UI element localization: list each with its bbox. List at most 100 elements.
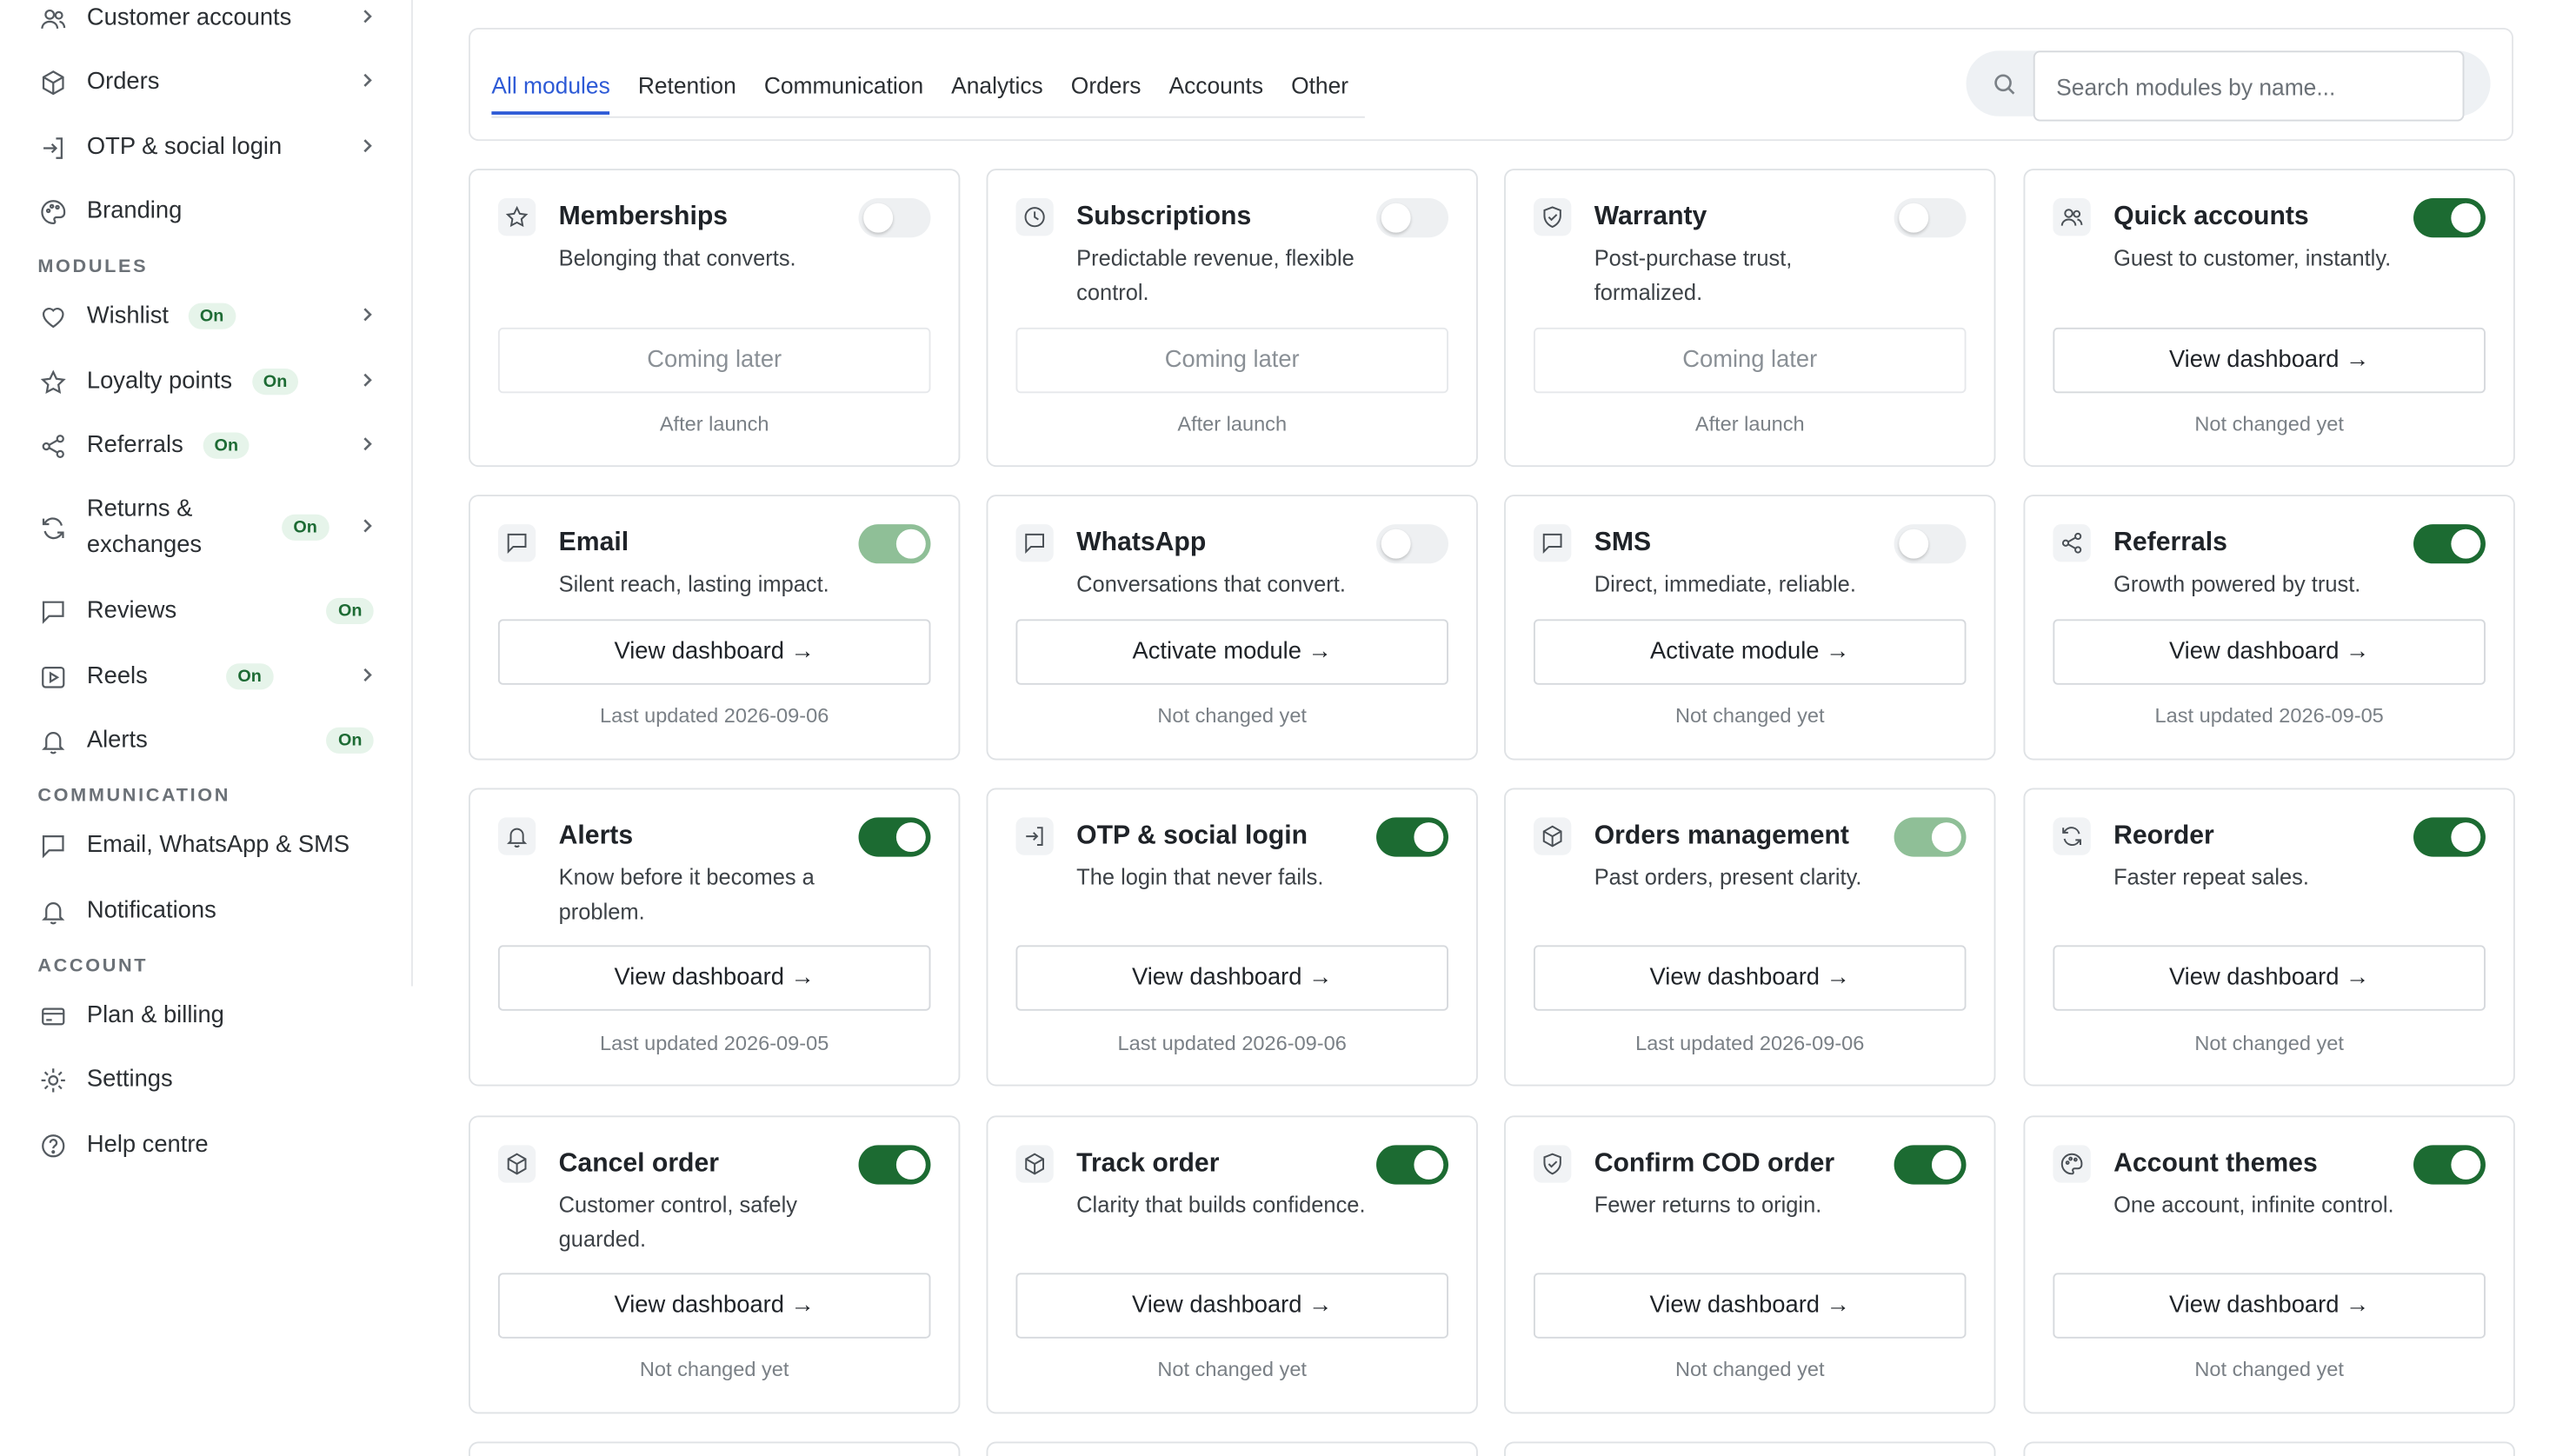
module-toggle[interactable] <box>1894 524 1967 564</box>
sidebar-item-loyalty-points[interactable]: Loyalty points On <box>36 363 380 399</box>
module-toggle[interactable] <box>2413 524 2486 564</box>
tab-all-modules[interactable]: All modules <box>491 30 611 139</box>
card-title: Account themes <box>2113 1149 2318 1179</box>
card-status-text: Last updated 2026-09-05 <box>2154 704 2384 728</box>
card-status-text: Not changed yet <box>2194 1032 2344 1055</box>
module-toggle[interactable] <box>858 1145 931 1185</box>
card-title: Warranty <box>1594 203 1707 231</box>
message-icon <box>497 524 536 562</box>
sidebar-item-branding[interactable]: Branding <box>36 193 380 229</box>
card-action-button[interactable]: View dashboard → <box>2053 619 2486 685</box>
module-card <box>986 1441 1478 1456</box>
login-icon <box>36 131 69 164</box>
card-action-button[interactable]: View dashboard → <box>2053 1273 2486 1339</box>
sidebar-item-reels[interactable]: Reels On <box>36 659 380 695</box>
sidebar-item-settings[interactable]: Settings <box>36 1061 380 1097</box>
module-card-alerts: Alerts Know before it becomes a problem. V… <box>468 788 961 1087</box>
module-toggle[interactable] <box>2413 817 2486 857</box>
sidebar-item-email-whatsapp-sms[interactable]: Email, WhatsApp & SMS <box>36 828 380 863</box>
box-icon <box>1015 1145 1054 1183</box>
card-description: Belonging that converts. <box>558 245 796 270</box>
chevron-right-icon <box>357 70 380 93</box>
module-toggle[interactable] <box>1894 1145 1967 1185</box>
sidebar-item-notifications[interactable]: Notifications <box>36 893 380 928</box>
card-action-button[interactable]: View dashboard → <box>2053 945 2486 1011</box>
message-icon <box>36 595 69 628</box>
chevron-right-icon <box>357 7 380 30</box>
module-toggle[interactable] <box>1376 817 1448 857</box>
palette-icon <box>2053 1145 2091 1183</box>
card-status-text: After launch <box>1177 412 1288 436</box>
module-card-cancel-order: Cancel order Customer control, safely gua… <box>468 1115 961 1414</box>
gear-icon <box>36 1063 69 1096</box>
tab-communication[interactable]: Communication <box>764 30 923 139</box>
card-action-button[interactable]: View dashboard → <box>1015 945 1448 1011</box>
module-card-confirm-cod-order: Confirm COD order Fewer returns to origin… <box>1504 1115 1996 1414</box>
sidebar-item-wishlist[interactable]: Wishlist On <box>36 298 380 334</box>
card-action-button[interactable]: View dashboard → <box>497 619 931 685</box>
card-icon <box>36 1000 69 1033</box>
chevron-right-icon <box>357 434 380 456</box>
card-action-button[interactable]: View dashboard → <box>497 945 931 1011</box>
tab-other[interactable]: Other <box>1291 30 1348 139</box>
module-toggle[interactable] <box>1376 198 1448 238</box>
search-icon <box>1993 72 2017 96</box>
module-toggle[interactable] <box>858 524 931 564</box>
card-description: Predictable revenue, flexible control. <box>1076 245 1355 305</box>
card-status-text: After launch <box>1694 412 1805 436</box>
sidebar-item-otp-social-login[interactable]: OTP & social login <box>36 130 380 165</box>
sidebar-item-returns-exchanges[interactable]: Returns & exchanges On <box>36 491 380 563</box>
heart-icon <box>36 300 69 333</box>
card-description: Growth powered by trust. <box>2113 571 2361 596</box>
sidebar-item-customer-accounts[interactable]: Customer accounts <box>36 0 380 36</box>
module-toggle[interactable] <box>1376 1145 1448 1185</box>
sidebar-item-label: Notifications <box>86 897 216 924</box>
star-icon <box>497 198 536 236</box>
bell-icon <box>36 894 69 927</box>
status-badge: On <box>326 727 374 754</box>
card-action-button: Coming later <box>497 327 931 394</box>
sidebar-item-referrals[interactable]: Referrals On <box>36 428 380 463</box>
card-action-button[interactable]: Activate module → <box>1015 619 1448 685</box>
sidebar-item-label: Reels <box>86 663 148 690</box>
tab-retention[interactable]: Retention <box>638 30 736 139</box>
sidebar: Customer accounts Orders OTP & social lo… <box>0 0 413 1158</box>
module-toggle[interactable] <box>1894 198 1967 238</box>
message-icon <box>36 829 69 862</box>
tab-analytics[interactable]: Analytics <box>951 30 1043 139</box>
login-icon <box>1015 817 1054 855</box>
card-status-text: Last updated 2026-09-05 <box>600 1032 829 1055</box>
module-toggle[interactable] <box>2413 198 2486 238</box>
search-input[interactable] <box>2033 50 2465 122</box>
module-toggle[interactable] <box>858 198 931 238</box>
shield-icon <box>1533 1145 1572 1183</box>
chevron-right-icon <box>357 665 380 688</box>
sidebar-item-orders[interactable]: Orders <box>36 63 380 99</box>
card-action-button[interactable]: View dashboard → <box>497 1273 931 1339</box>
card-action-button[interactable]: View dashboard → <box>1015 1273 1448 1339</box>
module-toggle[interactable] <box>1894 817 1967 857</box>
tab-orders[interactable]: Orders <box>1071 30 1142 139</box>
card-action-button[interactable]: View dashboard → <box>2053 327 2486 394</box>
card-action-button[interactable]: Activate module → <box>1533 619 1967 685</box>
sidebar-item-reviews[interactable]: Reviews On <box>36 593 380 628</box>
module-toggle[interactable] <box>1376 524 1448 564</box>
sidebar-item-alerts[interactable]: Alerts On <box>36 722 380 758</box>
card-action-button[interactable]: View dashboard → <box>1533 945 1967 1011</box>
card-description: Direct, immediate, reliable. <box>1594 571 1856 596</box>
sidebar-item-help-centre[interactable]: Help centre <box>36 1127 380 1163</box>
module-toggle[interactable] <box>2413 1145 2486 1185</box>
module-toggle[interactable] <box>858 817 931 857</box>
card-title: Track order <box>1076 1149 1220 1179</box>
card-description: The login that never fails. <box>1076 865 1324 890</box>
sidebar-item-label: Plan & billing <box>86 1002 224 1029</box>
card-action-button: Coming later <box>1015 327 1448 394</box>
sidebar-item-label: Branding <box>86 198 183 225</box>
module-card <box>2023 1441 2515 1456</box>
tab-accounts[interactable]: Accounts <box>1168 30 1263 139</box>
status-badge: On <box>282 514 329 541</box>
sidebar-item-plan-billing[interactable]: Plan & billing <box>36 998 380 1034</box>
card-action-button[interactable]: View dashboard → <box>1533 1273 1967 1339</box>
card-status-text: Not changed yet <box>1674 1358 1825 1381</box>
users-icon <box>36 2 69 35</box>
